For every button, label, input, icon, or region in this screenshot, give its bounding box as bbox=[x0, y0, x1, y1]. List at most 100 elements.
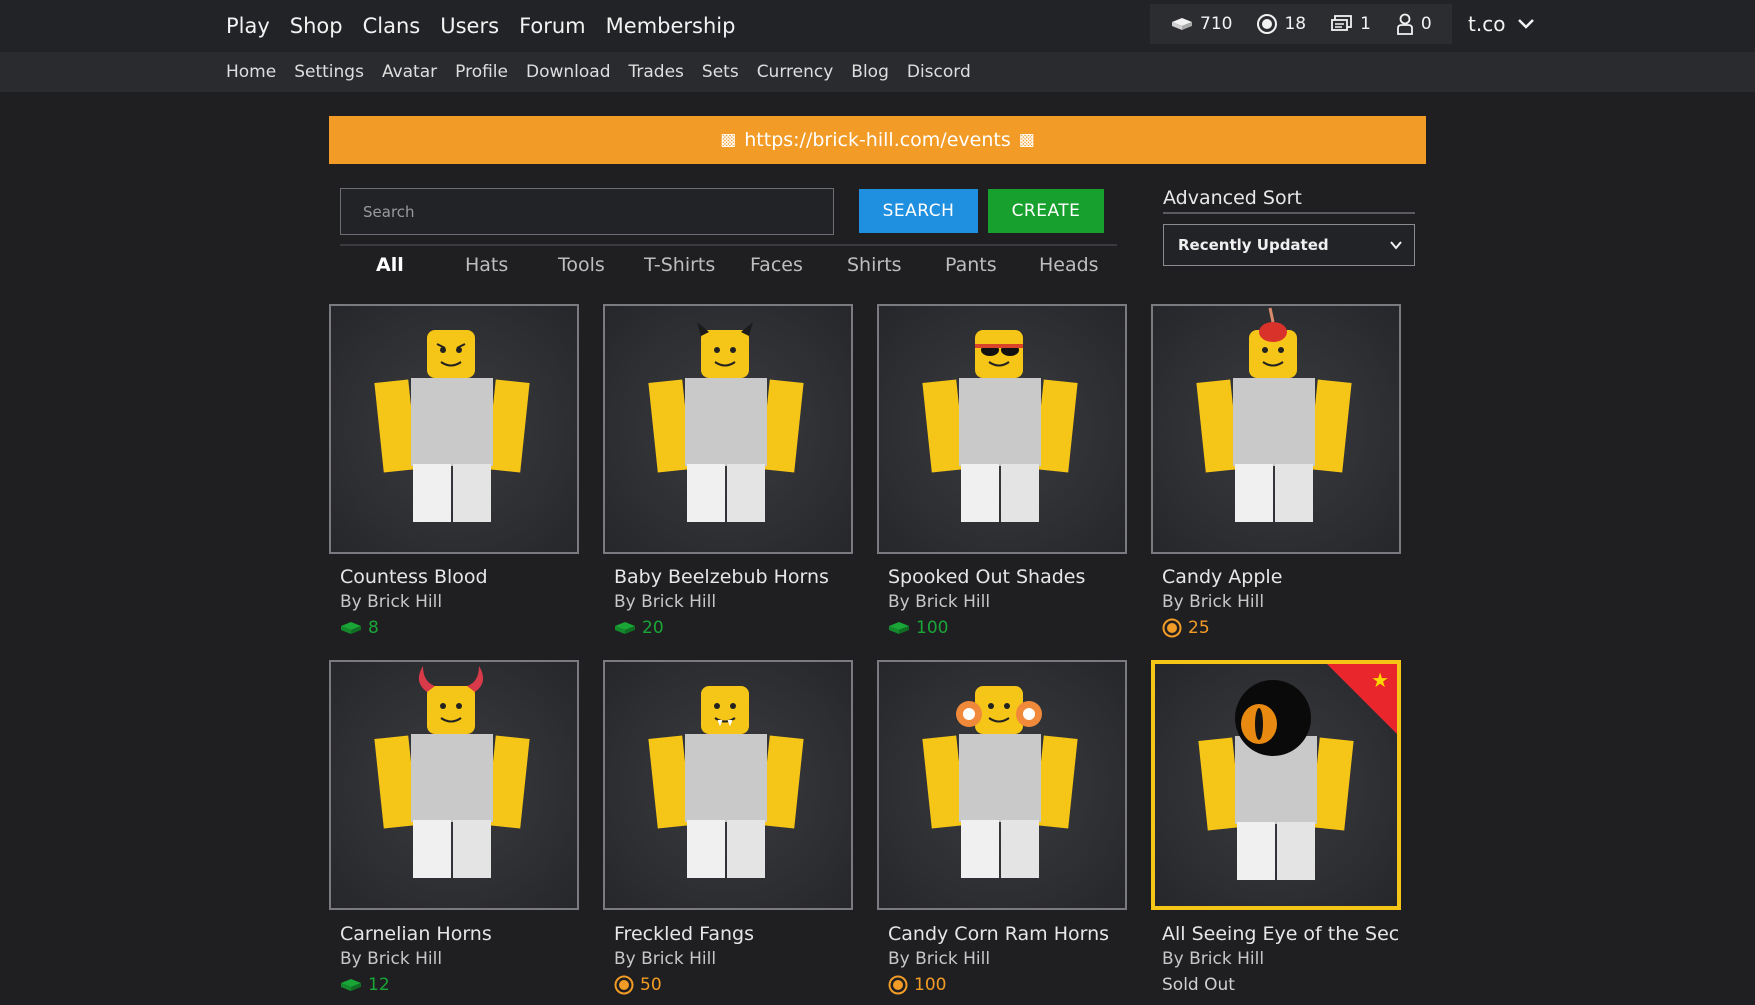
item-card[interactable] bbox=[603, 304, 853, 554]
item-creator[interactable]: By Brick Hill bbox=[340, 949, 442, 969]
star-icon: ★ bbox=[1371, 668, 1389, 692]
bits-count: 710 bbox=[1200, 14, 1233, 34]
item-price: 100 bbox=[888, 975, 946, 995]
tab-faces[interactable]: Faces bbox=[750, 254, 803, 276]
item-price: 8 bbox=[340, 618, 379, 638]
item-name[interactable]: Spooked Out Shades bbox=[888, 566, 1134, 588]
chevron-down-icon bbox=[1390, 241, 1402, 250]
item-creator[interactable]: By Brick Hill bbox=[614, 592, 716, 612]
item-card[interactable]: ★ bbox=[1151, 660, 1401, 910]
bits-stat[interactable]: 710 bbox=[1170, 14, 1232, 34]
item-name[interactable]: Candy Corn Ram Horns bbox=[888, 923, 1134, 945]
user-menu[interactable]: t.co bbox=[1468, 4, 1535, 44]
item-card[interactable] bbox=[877, 660, 1127, 910]
divider bbox=[340, 244, 1117, 246]
bits-icon bbox=[341, 979, 361, 991]
nav-forum[interactable]: Forum bbox=[519, 14, 586, 38]
banner-link[interactable]: https://brick-hill.com/events bbox=[744, 129, 1010, 151]
messages-icon bbox=[1331, 15, 1352, 31]
subnav-blog[interactable]: Blog bbox=[851, 62, 889, 82]
item-name[interactable]: Freckled Fangs bbox=[614, 923, 860, 945]
item-price: 12 bbox=[340, 975, 390, 995]
tab-shirts[interactable]: Shirts bbox=[847, 254, 902, 276]
main-nav: Play Shop Clans Users Forum Membership bbox=[226, 0, 755, 52]
sold-out-label: Sold Out bbox=[1162, 975, 1235, 995]
subnav-currency[interactable]: Currency bbox=[757, 62, 834, 82]
events-banner[interactable]: ▩ https://brick-hill.com/events ▩ bbox=[329, 116, 1426, 164]
subnav-trades[interactable]: Trades bbox=[629, 62, 684, 82]
bucks-icon bbox=[1162, 618, 1182, 638]
item-price: 50 bbox=[614, 975, 662, 995]
subnav-discord[interactable]: Discord bbox=[907, 62, 971, 82]
bits-icon bbox=[341, 622, 361, 634]
advanced-sort-underline bbox=[1163, 212, 1415, 214]
bucks-icon bbox=[614, 975, 634, 995]
item-thumbnail bbox=[1153, 306, 1399, 552]
subnav-profile[interactable]: Profile bbox=[455, 62, 508, 82]
chevron-down-icon bbox=[1518, 19, 1535, 29]
tab-tshirts[interactable]: T-Shirts bbox=[644, 254, 715, 276]
item-creator[interactable]: By Brick Hill bbox=[340, 592, 442, 612]
create-button[interactable]: CREATE bbox=[988, 189, 1104, 233]
messages-count: 1 bbox=[1360, 14, 1371, 34]
subnav-home[interactable]: Home bbox=[226, 62, 276, 82]
search-input[interactable] bbox=[340, 188, 834, 235]
tab-all[interactable]: All bbox=[376, 254, 404, 276]
bits-icon bbox=[889, 622, 909, 634]
nav-users[interactable]: Users bbox=[440, 14, 499, 38]
item-thumbnail bbox=[879, 662, 1125, 908]
item-creator[interactable]: By Brick Hill bbox=[1162, 592, 1264, 612]
item-card[interactable] bbox=[329, 304, 579, 554]
currency-stats: 710 18 1 0 bbox=[1150, 4, 1452, 44]
subnav-sets[interactable]: Sets bbox=[702, 62, 739, 82]
sort-selected-value: Recently Updated bbox=[1178, 236, 1329, 254]
user-icon bbox=[1397, 13, 1413, 35]
bucks-icon bbox=[1257, 14, 1278, 34]
item-creator[interactable]: By Brick Hill bbox=[888, 949, 990, 969]
item-name[interactable]: Candy Apple bbox=[1162, 566, 1408, 588]
sort-select[interactable]: Recently Updated bbox=[1163, 224, 1415, 266]
tab-pants[interactable]: Pants bbox=[945, 254, 997, 276]
category-tabs: All Hats Tools T-Shirts Faces Shirts Pan… bbox=[340, 254, 1110, 282]
bucks-count: 18 bbox=[1284, 14, 1307, 34]
item-thumbnail bbox=[605, 306, 851, 552]
nav-clans[interactable]: Clans bbox=[363, 14, 421, 38]
tab-tools[interactable]: Tools bbox=[558, 254, 605, 276]
subnav-avatar[interactable]: Avatar bbox=[382, 62, 437, 82]
tab-hats[interactable]: Hats bbox=[465, 254, 508, 276]
bucks-icon bbox=[888, 975, 908, 995]
item-name[interactable]: Countess Blood bbox=[340, 566, 586, 588]
nav-membership[interactable]: Membership bbox=[606, 14, 736, 38]
mask-icon: ▩ bbox=[1018, 130, 1035, 150]
bits-icon bbox=[615, 622, 635, 634]
tab-heads[interactable]: Heads bbox=[1039, 254, 1099, 276]
item-thumbnail bbox=[605, 662, 851, 908]
username: t.co bbox=[1468, 12, 1506, 36]
item-creator[interactable]: By Brick Hill bbox=[1162, 949, 1264, 969]
subnav-settings[interactable]: Settings bbox=[294, 62, 364, 82]
subnav-download[interactable]: Download bbox=[526, 62, 611, 82]
item-thumbnail bbox=[331, 306, 577, 552]
item-name[interactable]: All Seeing Eye of the Sec bbox=[1162, 923, 1408, 945]
search-button[interactable]: SEARCH bbox=[859, 189, 978, 233]
item-price: 20 bbox=[614, 618, 664, 638]
item-thumbnail bbox=[331, 662, 577, 908]
item-card[interactable] bbox=[1151, 304, 1401, 554]
item-price: 100 bbox=[888, 618, 948, 638]
sub-nav: Home Settings Avatar Profile Download Tr… bbox=[226, 52, 989, 92]
item-name[interactable]: Baby Beelzebub Horns bbox=[614, 566, 860, 588]
mask-icon: ▩ bbox=[720, 130, 737, 150]
item-card[interactable] bbox=[329, 660, 579, 910]
item-card[interactable] bbox=[603, 660, 853, 910]
messages-stat[interactable]: 1 bbox=[1330, 14, 1371, 34]
bucks-stat[interactable]: 18 bbox=[1256, 13, 1306, 35]
item-creator[interactable]: By Brick Hill bbox=[614, 949, 716, 969]
item-name[interactable]: Carnelian Horns bbox=[340, 923, 586, 945]
friend-requests-count: 0 bbox=[1420, 14, 1432, 34]
item-thumbnail bbox=[879, 306, 1125, 552]
friend-requests-stat[interactable]: 0 bbox=[1395, 13, 1432, 35]
nav-shop[interactable]: Shop bbox=[290, 14, 343, 38]
nav-play[interactable]: Play bbox=[226, 14, 270, 38]
item-creator[interactable]: By Brick Hill bbox=[888, 592, 990, 612]
item-card[interactable] bbox=[877, 304, 1127, 554]
